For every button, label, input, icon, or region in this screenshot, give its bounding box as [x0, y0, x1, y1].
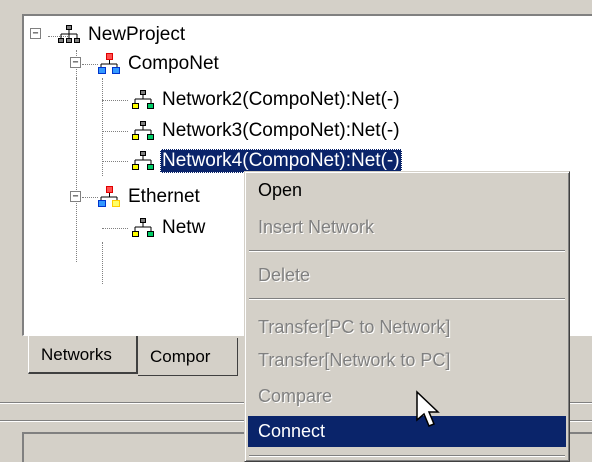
tree-connector: [82, 197, 98, 198]
tree-node-label: Network3(CompoNet):Net(-): [162, 120, 400, 141]
menu-separator: [249, 455, 565, 457]
tree-node-newproject[interactable]: NewProject: [58, 23, 187, 47]
tree-connector: [102, 242, 103, 284]
tree-node-network3[interactable]: Network3(CompoNet):Net(-): [132, 119, 402, 143]
tree-node-label: NewProject: [88, 24, 186, 45]
network-node-icon: [132, 121, 154, 140]
tree-connector: [102, 228, 128, 229]
tree-node-label: Netw: [162, 217, 206, 238]
menu-item-delete[interactable]: Delete: [248, 260, 566, 291]
tree-connector: [76, 78, 77, 262]
tab-networks[interactable]: Networks: [28, 336, 138, 374]
menu-separator: [249, 250, 565, 252]
menu-separator: [249, 298, 565, 300]
menu-item-transfer-network-to-pc[interactable]: Transfer[Network to PC]: [248, 345, 566, 376]
tree-connector: [102, 131, 128, 132]
tree-connector: [102, 161, 128, 162]
tree-connector: [102, 100, 128, 101]
network-type-icon: [98, 186, 120, 207]
tree-node-componet[interactable]: CompoNet: [98, 52, 221, 76]
tree-node-label: Ethernet: [128, 186, 200, 207]
root-expander-button[interactable]: −: [30, 28, 41, 39]
componet-expander-button[interactable]: −: [70, 57, 81, 68]
network-type-icon: [98, 53, 120, 74]
network-node-icon: [132, 151, 154, 170]
mouse-pointer-icon: [416, 390, 440, 427]
menu-item-open[interactable]: Open: [248, 175, 566, 206]
tree-node-label: CompoNet: [128, 53, 219, 74]
tree-node-ethernet[interactable]: Ethernet: [98, 185, 202, 209]
tree-node-ethernet-network[interactable]: Netw: [132, 216, 207, 240]
menu-item-connect[interactable]: Connect: [248, 416, 566, 447]
ethernet-expander-button[interactable]: −: [70, 191, 81, 202]
menu-item-compare[interactable]: Compare: [248, 381, 566, 412]
tree-node-network4[interactable]: Network4(CompoNet):Net(-): [132, 149, 402, 173]
tree-connector: [82, 64, 98, 65]
context-menu: Open Insert Network Delete Transfer[PC t…: [244, 171, 570, 462]
tab-components[interactable]: Compor: [138, 338, 238, 376]
network-node-icon: [132, 90, 154, 109]
project-tree-icon: [58, 25, 80, 43]
menu-item-insert-network[interactable]: Insert Network: [248, 212, 566, 243]
network-node-icon: [132, 218, 154, 237]
tree-node-label: Network4(CompoNet):Net(-): [160, 149, 402, 173]
tree-node-network2[interactable]: Network2(CompoNet):Net(-): [132, 88, 402, 112]
menu-item-transfer-pc-to-network[interactable]: Transfer[PC to Network]: [248, 312, 566, 343]
tree-node-label: Network2(CompoNet):Net(-): [162, 89, 400, 110]
